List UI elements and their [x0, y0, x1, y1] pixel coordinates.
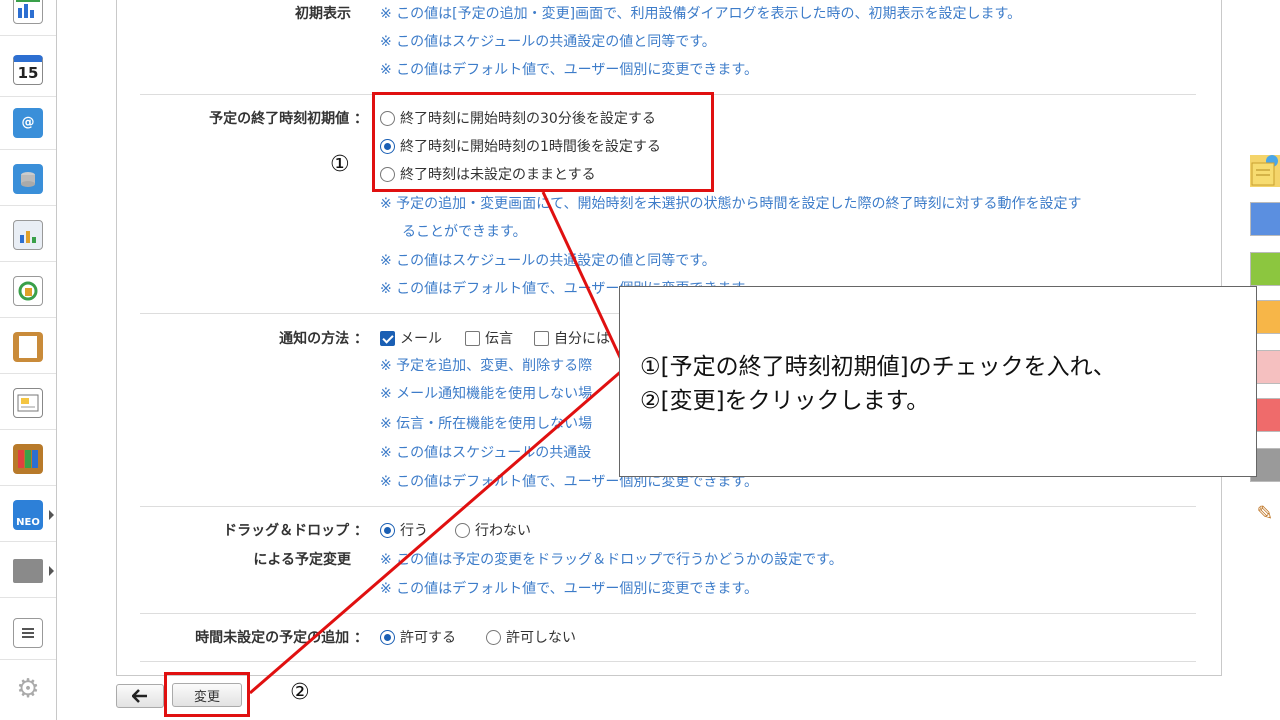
callout-line-2: ②[変更]をクリックします。	[640, 388, 930, 414]
instruction-callout: ①[予定の終了時刻初期値]のチェックを入れ、 ②[変更]をクリックします。	[619, 286, 1257, 477]
step-marker-2: ②	[290, 680, 310, 705]
callout-line-1: ①[予定の終了時刻初期値]のチェックを入れ、	[640, 354, 1116, 380]
step-marker-1: ①	[330, 152, 350, 177]
screen: 15 @ NEO ⚙ 初期表示 ※ この値は[予定の追加・変更]画面で、利用設備…	[0, 0, 1280, 720]
